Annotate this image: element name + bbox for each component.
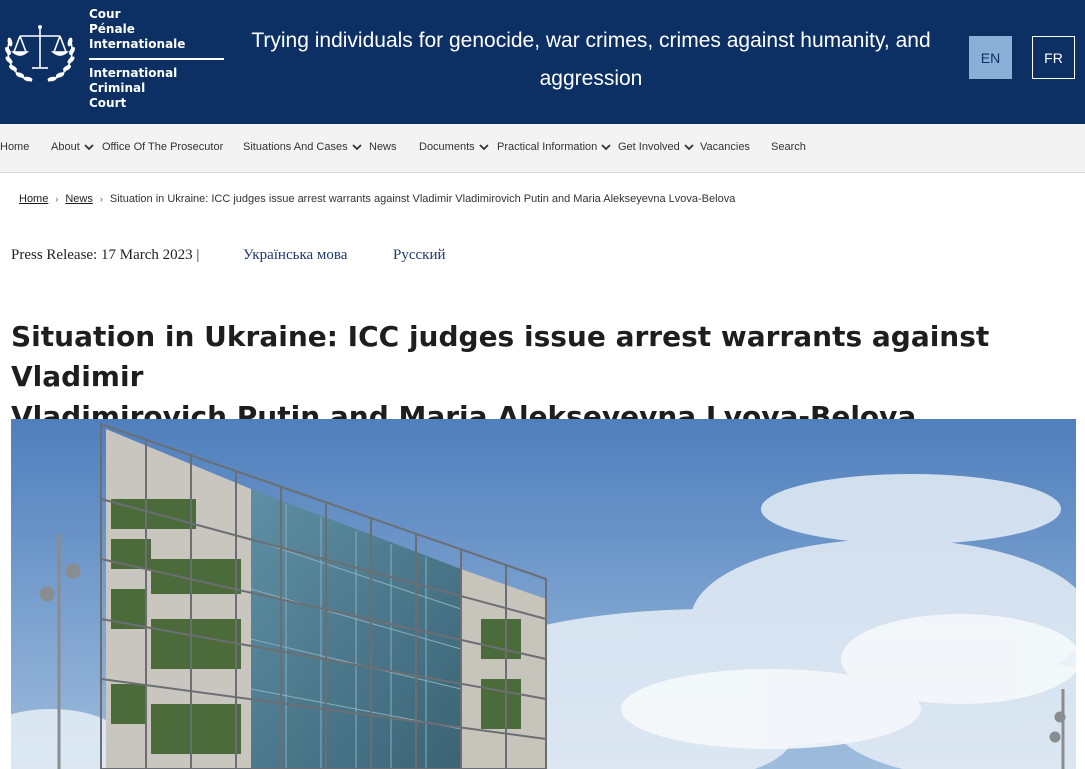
breadcrumb: Home › News › Situation in Ukraine: ICC … bbox=[19, 193, 735, 205]
site-header: Cour Pénale Internationale International… bbox=[0, 0, 1085, 124]
language-fr-button[interactable]: FR bbox=[1032, 36, 1075, 79]
nav-item-label: Practical Information bbox=[497, 141, 598, 153]
breadcrumb-news-link[interactable]: News bbox=[65, 193, 93, 205]
logo-line: Internationale bbox=[89, 37, 186, 51]
logo-line: Cour bbox=[89, 7, 121, 21]
logo-line: Criminal bbox=[89, 81, 146, 95]
breadcrumb-separator: › bbox=[99, 194, 103, 204]
nav-item-label: Get Involved bbox=[618, 141, 680, 153]
breadcrumb-current: Situation in Ukraine: ICC judges issue a… bbox=[109, 193, 736, 205]
logo-line: Court bbox=[89, 96, 127, 110]
language-ukrainian-link[interactable]: Українська мова bbox=[243, 247, 347, 264]
nav-item-vacancies[interactable]: Vacancies bbox=[700, 141, 750, 153]
logo-divider bbox=[89, 58, 224, 60]
chevron-down-icon bbox=[684, 144, 694, 151]
chevron-down-icon bbox=[351, 144, 362, 151]
chevron-down-icon bbox=[479, 144, 489, 151]
nav-item-label: Office Of The Prosecutor bbox=[102, 141, 224, 153]
logo-text-english[interactable]: International Criminal Court bbox=[89, 66, 177, 111]
logo-text-french[interactable]: Cour Pénale Internationale bbox=[89, 7, 185, 52]
nav-item-label: About bbox=[51, 141, 80, 153]
nav-item-label: Search bbox=[771, 141, 806, 153]
nav-item-get-involved[interactable]: Get Involved bbox=[618, 141, 695, 153]
language-en-button[interactable]: EN bbox=[969, 36, 1012, 79]
breadcrumb-separator: › bbox=[55, 194, 59, 204]
language-russian-link[interactable]: Русский bbox=[393, 247, 446, 264]
nav-item-label: Documents bbox=[419, 141, 475, 153]
nav-item-label: News bbox=[369, 141, 397, 153]
icc-emblem-icon[interactable] bbox=[2, 18, 78, 86]
breadcrumb-home-link[interactable]: Home bbox=[19, 193, 48, 205]
logo-line: Pénale bbox=[89, 22, 135, 36]
article-title-line: Situation in Ukraine: ICC judges issue a… bbox=[11, 320, 990, 393]
main-nav: Home About Office Of The Prosecutor Situ… bbox=[0, 124, 1085, 173]
nav-item-label: Home bbox=[0, 141, 30, 153]
nav-item-about[interactable]: About bbox=[51, 141, 95, 153]
nav-item-practical-information[interactable]: Practical Information bbox=[497, 141, 612, 153]
hero-image-icc-building bbox=[11, 419, 1076, 769]
chevron-down-icon bbox=[84, 144, 94, 151]
logo-line: International bbox=[89, 66, 178, 80]
nav-item-documents[interactable]: Documents bbox=[419, 141, 490, 153]
nav-item-news[interactable]: News bbox=[369, 141, 397, 153]
nav-item-search[interactable]: Search bbox=[771, 141, 806, 153]
site-tagline: Trying individuals for genocide, war cri… bbox=[251, 29, 931, 90]
press-release-date: Press Release: 17 March 2023 | bbox=[11, 247, 200, 263]
nav-item-situations-and-cases[interactable]: Situations And Cases bbox=[243, 141, 363, 153]
nav-item-label: Situations And Cases bbox=[243, 141, 348, 153]
nav-item-home[interactable]: Home bbox=[0, 141, 29, 153]
chevron-down-icon bbox=[601, 144, 611, 151]
nav-item-label: Vacancies bbox=[700, 141, 750, 153]
nav-item-office-of-the-prosecutor[interactable]: Office Of The Prosecutor bbox=[102, 141, 223, 153]
